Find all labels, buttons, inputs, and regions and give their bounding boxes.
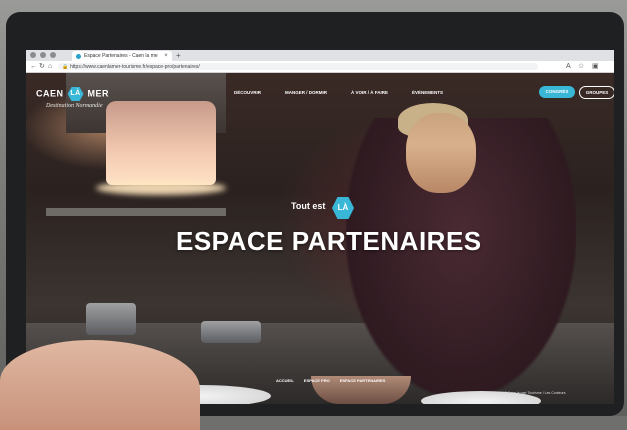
logo-text-right: MER — [87, 88, 110, 99]
breadcrumb-item[interactable]: ESPACE PRO — [304, 378, 330, 383]
home-icon[interactable]: ⌂ — [48, 62, 52, 71]
url-field[interactable]: 🔒 https://www.caenlamer-tourisme.fr/espa… — [58, 63, 538, 70]
window-control-icon[interactable] — [30, 52, 36, 58]
logo-tagline: Destination Normandie — [46, 103, 103, 109]
window-control-icon[interactable] — [40, 52, 46, 58]
browser-tab[interactable]: Espace Partenaires - Caen la me × — [72, 51, 172, 61]
close-icon[interactable]: × — [162, 53, 170, 59]
main-menu: DÉCOUVRIR MANGER / DORMIR À VOIR / À FAI… — [234, 90, 467, 95]
logo-hex-icon: LÀ — [67, 87, 84, 101]
chef-head — [406, 113, 476, 193]
cooking-pot — [86, 303, 136, 335]
menu-item-manger-dormir[interactable]: MANGER / DORMIR — [285, 90, 327, 95]
page-title: ESPACE PARTENAIRES — [176, 226, 482, 256]
menu-item-a-voir[interactable]: À VOIR / À FAIRE — [351, 90, 388, 95]
cooking-pot — [201, 321, 261, 343]
collections-icon[interactable]: ▣ — [592, 62, 599, 71]
refresh-icon[interactable]: ↻ — [39, 62, 45, 71]
menu-item-decouvrir[interactable]: DÉCOUVRIR — [234, 90, 261, 95]
breadcrumb: ACCUEIL ESPACE PRO ESPACE PARTENAIRES — [276, 378, 395, 383]
lamp-glow — [96, 181, 226, 195]
kitchen-shelf — [46, 208, 226, 216]
new-tab-icon[interactable]: + — [176, 50, 181, 61]
breadcrumb-item[interactable]: ACCUEIL — [276, 378, 294, 383]
site-logo[interactable]: CAEN LÀ MER Destination Normandie — [36, 83, 126, 113]
address-bar: ← ↻ ⌂ 🔒 https://www.caenlamer-tourisme.f… — [26, 61, 614, 73]
url-text: https://www.caenlamer-tourisme.fr/espace… — [70, 63, 200, 70]
photo-credit: @Caen la mer Tourisme / Les Conteurs — [504, 391, 566, 395]
back-icon[interactable]: ← — [30, 62, 37, 71]
pendant-lamp — [106, 101, 216, 185]
browser-tab-bar: Espace Partenaires - Caen la me × + — [26, 50, 614, 61]
read-aloud-icon[interactable]: A — [566, 62, 571, 71]
menu-item-evenements[interactable]: ÉVÉNEMENTS — [412, 90, 443, 95]
breadcrumb-item: ESPACE PARTENAIRES — [339, 378, 386, 383]
favorite-icon[interactable]: ☆ — [578, 62, 584, 71]
groupes-button[interactable]: GROUPES — [579, 86, 614, 99]
congres-button[interactable]: CONGRÈS — [539, 86, 575, 98]
favicon-icon — [76, 53, 81, 59]
tab-title: Espace Partenaires - Caen la me — [84, 53, 158, 59]
logo-text-left: CAEN — [36, 88, 64, 99]
hero-tagline: Tout est — [291, 201, 326, 211]
window-control-icon[interactable] — [50, 52, 56, 58]
logo-wordmark: CAEN LÀ MER — [36, 87, 109, 101]
lock-icon: 🔒 — [62, 64, 69, 70]
